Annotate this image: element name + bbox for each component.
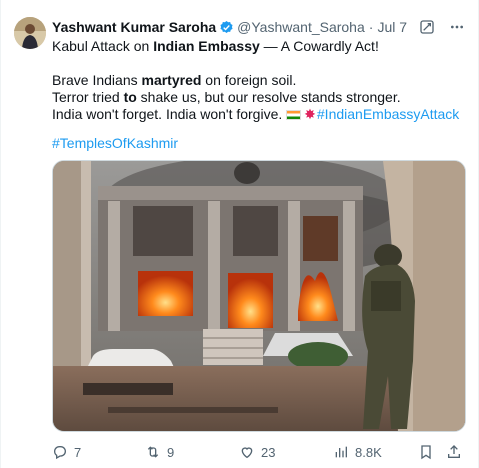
repost-count: 9 <box>167 444 175 460</box>
repost-button[interactable]: 9 <box>145 444 174 460</box>
like-button[interactable]: 23 <box>239 444 275 460</box>
explosion-icon: ✸ <box>304 106 316 122</box>
tweet-header: Yashwant Kumar Saroha @Yashwant_Saroha ·… <box>52 17 407 37</box>
post-line-3: Terror tried to shake us, but our resolv… <box>52 89 401 105</box>
action-bar: 7 9 23 8.8K <box>52 442 466 462</box>
views-count: 8.8K <box>355 444 382 460</box>
post-line-5: #TemplesOfKashmir <box>52 135 178 152</box>
like-count: 23 <box>261 444 276 460</box>
like-icon <box>241 447 253 459</box>
share-button[interactable] <box>446 444 462 460</box>
share-icon <box>448 445 460 458</box>
top-icons <box>418 18 466 36</box>
author-name[interactable]: Yashwant Kumar Saroha <box>52 19 216 35</box>
more-icon[interactable] <box>448 18 466 36</box>
repost-icon <box>147 446 159 458</box>
reply-icon <box>54 446 66 460</box>
views-icon <box>335 446 347 458</box>
avatar[interactable] <box>14 17 46 49</box>
bookmark-icon <box>421 445 431 460</box>
tweet[interactable]: Yashwant Kumar Saroha @Yashwant_Saroha ·… <box>0 0 479 468</box>
india-flag-icon <box>286 110 302 120</box>
post-time[interactable]: Jul 7 <box>377 19 407 35</box>
grok-icon[interactable] <box>418 18 436 36</box>
post-line-1: Kabul Attack on Indian Embassy — A Cowar… <box>52 38 379 54</box>
verified-badge-icon <box>219 20 234 35</box>
reply-button[interactable]: 7 <box>52 444 81 460</box>
post-image[interactable] <box>52 160 466 432</box>
post-line-2: Brave Indians martyred on foreign soil. <box>52 72 297 88</box>
bookmark-button[interactable] <box>418 444 434 460</box>
author-handle[interactable]: @Yashwant_Saroha <box>237 19 365 35</box>
views-button[interactable]: 8.8K <box>333 444 382 460</box>
reply-count: 7 <box>74 444 82 460</box>
hashtag-templesofkashmir[interactable]: #TemplesOfKashmir <box>52 135 178 151</box>
separator-dot: · <box>368 19 374 35</box>
hashtag-indianembassyattack[interactable]: #IndianEmbassyAttack <box>317 106 459 122</box>
post-line-4: India won't forget. India won't forgive.… <box>52 106 460 122</box>
